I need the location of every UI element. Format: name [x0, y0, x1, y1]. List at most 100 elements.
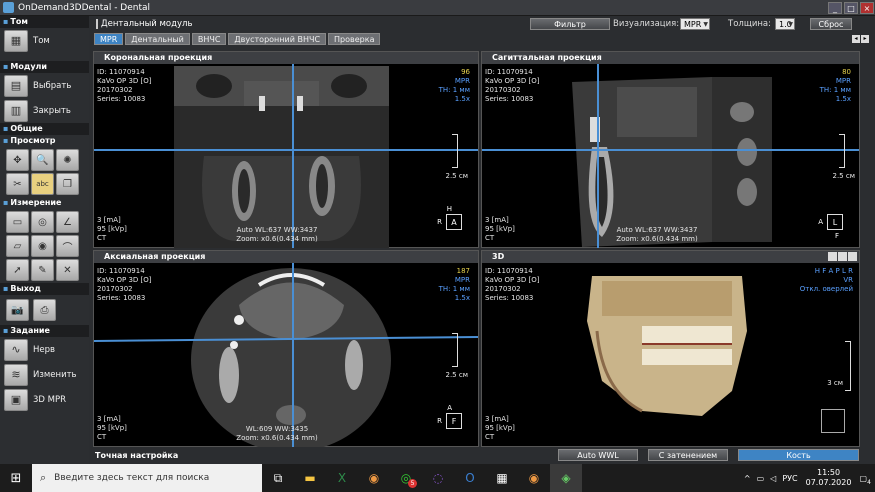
thickness-select[interactable]: 1.0	[775, 17, 795, 30]
coronal-pane[interactable]: Корональная проекция ID: 11070914 KaVo OP…	[93, 51, 479, 248]
reset-button[interactable]: Сброс	[810, 17, 852, 30]
coronal-scale-label: 2.5 см	[445, 172, 469, 180]
shading-button[interactable]: С затенением	[648, 449, 728, 461]
brightness-icon[interactable]: ✺	[56, 149, 79, 171]
pen-icon[interactable]: ✎	[31, 259, 54, 281]
close-button[interactable]: ▥ Закрыть	[4, 98, 85, 123]
excel-icon[interactable]: X	[326, 464, 358, 492]
axial-scale-label: 2.5 см	[445, 371, 469, 379]
task-edit[interactable]: ≋ Изменить	[4, 362, 85, 387]
whatsapp-icon[interactable]: ◎ 5	[390, 464, 422, 492]
print-icon[interactable]: ⎙	[33, 299, 56, 321]
tab-dental[interactable]: Дентальный	[125, 33, 190, 45]
store-icon[interactable]: ▦	[486, 464, 518, 492]
nerve-icon: ∿	[4, 338, 28, 361]
delete-icon[interactable]: ✕	[56, 259, 79, 281]
axial-pane[interactable]: Аксиальная проекция ID: 11070914 KaVo OP …	[93, 250, 479, 447]
view-direction-buttons[interactable]: H F A P L R	[800, 267, 853, 276]
grid-icon[interactable]	[838, 252, 847, 261]
maximize-button[interactable]: □	[844, 2, 858, 14]
bone-preset-select[interactable]: Кость	[738, 449, 859, 461]
tab-mpr[interactable]: MPR	[94, 33, 124, 45]
sagittal-ct-image	[572, 77, 772, 247]
volume-measure-icon[interactable]: ◉	[31, 235, 54, 257]
outlook-icon[interactable]: O	[454, 464, 486, 492]
app-icon	[3, 2, 14, 13]
minimize-button[interactable]: _	[828, 2, 842, 14]
language-indicator[interactable]: РУС	[782, 474, 797, 483]
visualization-select[interactable]: MPR	[680, 17, 710, 30]
start-windows-icon[interactable]: ⊞	[0, 464, 32, 492]
orientation-cube-icon[interactable]	[821, 409, 845, 433]
coronal-bottom-info: 3 [mA] 95 [kVp] CT	[97, 216, 127, 242]
coronal-horizontal-crosshair[interactable]	[94, 149, 478, 151]
cut-icon[interactable]: ✂	[6, 173, 29, 195]
select-button[interactable]: ▤ Выбрать	[4, 73, 85, 98]
visualization-label: Визуализация:	[613, 18, 680, 29]
sagittal-orientation-box: L	[827, 214, 843, 230]
coronal-title: Корональная проекция	[94, 52, 478, 64]
task-nerve[interactable]: ∿ Нерв	[4, 337, 85, 362]
sagittal-horizontal-crosshair[interactable]	[482, 149, 859, 151]
threed-title: 3D	[482, 251, 859, 263]
coronal-vertical-crosshair[interactable]	[292, 64, 294, 248]
camera-icon[interactable]: 📷	[6, 299, 29, 321]
angle-icon[interactable]: ∠	[56, 211, 79, 233]
notification-icon[interactable]: ▢ 4	[859, 474, 871, 486]
auto-wwl-button[interactable]: Auto WWL	[558, 449, 638, 461]
thickness-label: Толщина:	[728, 18, 771, 29]
arc-icon[interactable]: ⌒	[56, 235, 79, 257]
copy-icon[interactable]: ❐	[56, 173, 79, 195]
tray-up-icon[interactable]: ^	[744, 474, 751, 483]
arrow-icon[interactable]: ➚	[6, 259, 29, 281]
axial-vertical-crosshair[interactable]	[292, 263, 294, 447]
abc-icon[interactable]: abc	[31, 173, 54, 195]
task-view-icon[interactable]: ⧉	[262, 464, 294, 492]
viber-icon[interactable]: ◌	[422, 464, 454, 492]
axial-orientation-box: F	[446, 413, 462, 429]
threed-pane[interactable]: 3D ID: 11070914 KaVo OP 3D [O] 20170302 Ser…	[481, 250, 860, 447]
main-area: Дентальный модуль Фильтр Визуализация: M…	[91, 16, 875, 464]
tab-scroll-right-icon[interactable]: ▸	[861, 35, 869, 43]
clock[interactable]: 11:50 07.07.2020	[806, 468, 852, 488]
sagittal-vertical-crosshair[interactable]	[597, 64, 599, 248]
sidebar: Том ▦Том Модули ▤Выбрать ▥Закрыть Общие …	[0, 16, 89, 464]
file-explorer-icon[interactable]: ▬	[294, 464, 326, 492]
threed-scale-label: 3 см	[827, 379, 843, 387]
close-window-button[interactable]: ×	[860, 2, 874, 14]
zoom-icon[interactable]: 🔍	[31, 149, 54, 171]
ondemand-taskbar-icon[interactable]: ◈	[550, 464, 582, 492]
fine-tune-label[interactable]: Точная настройка	[95, 451, 178, 460]
expand-icon[interactable]	[848, 252, 857, 261]
tom-button[interactable]: ▦ Том	[4, 28, 85, 53]
network-icon[interactable]: ▭	[757, 474, 765, 483]
task-3dmpr[interactable]: ▣ 3D MPR	[4, 387, 85, 412]
section-modules: Модули	[0, 61, 89, 73]
volume-icon[interactable]: ◁	[770, 474, 776, 483]
filter-button[interactable]: Фильтр	[530, 17, 610, 30]
sagittal-pane[interactable]: Сагиттальная проекция ID: 11070914 KaVo O…	[481, 51, 860, 248]
axial-info: ID: 11070914 KaVo OP 3D [O] 20170302 Series…	[97, 267, 152, 302]
pan-icon[interactable]: ✥	[6, 149, 29, 171]
profile-icon[interactable]: ▱	[6, 235, 29, 257]
section-general: Общие	[0, 123, 89, 135]
area-icon[interactable]: ◎	[31, 211, 54, 233]
chrome-alt-icon[interactable]: ◉	[518, 464, 550, 492]
tab-bar: MPR Дентальный ВНЧС Двусторонний ВНЧС Пр…	[94, 33, 382, 45]
section-task: Задание	[0, 325, 89, 337]
tab-check[interactable]: Проверка	[328, 33, 381, 45]
tab-bilateral-tmj[interactable]: Двусторонний ВНЧС	[228, 33, 327, 45]
sagittal-right-info: 80 MPR TH: 1 мм 1.5x	[819, 68, 851, 103]
chrome-icon[interactable]: ◉	[358, 464, 390, 492]
taskbar-search-box[interactable]: ⌕ Введите здесь текст для поиска	[32, 464, 262, 492]
axial-scale-bar	[452, 333, 458, 367]
tab-scroll-left-icon[interactable]: ◂	[852, 35, 860, 43]
tab-tmj[interactable]: ВНЧС	[191, 33, 227, 45]
window-titlebar: OnDemand3DDental - Dental _ □ ×	[0, 0, 875, 16]
overlay-toggle[interactable]: Откл. оверлей	[800, 285, 853, 294]
ruler-icon[interactable]: ▭	[6, 211, 29, 233]
sagittal-title: Сагиттальная проекция	[482, 52, 859, 64]
layout-icon[interactable]	[828, 252, 837, 261]
select-icon: ▤	[4, 74, 28, 97]
close-module-icon: ▥	[4, 99, 28, 122]
